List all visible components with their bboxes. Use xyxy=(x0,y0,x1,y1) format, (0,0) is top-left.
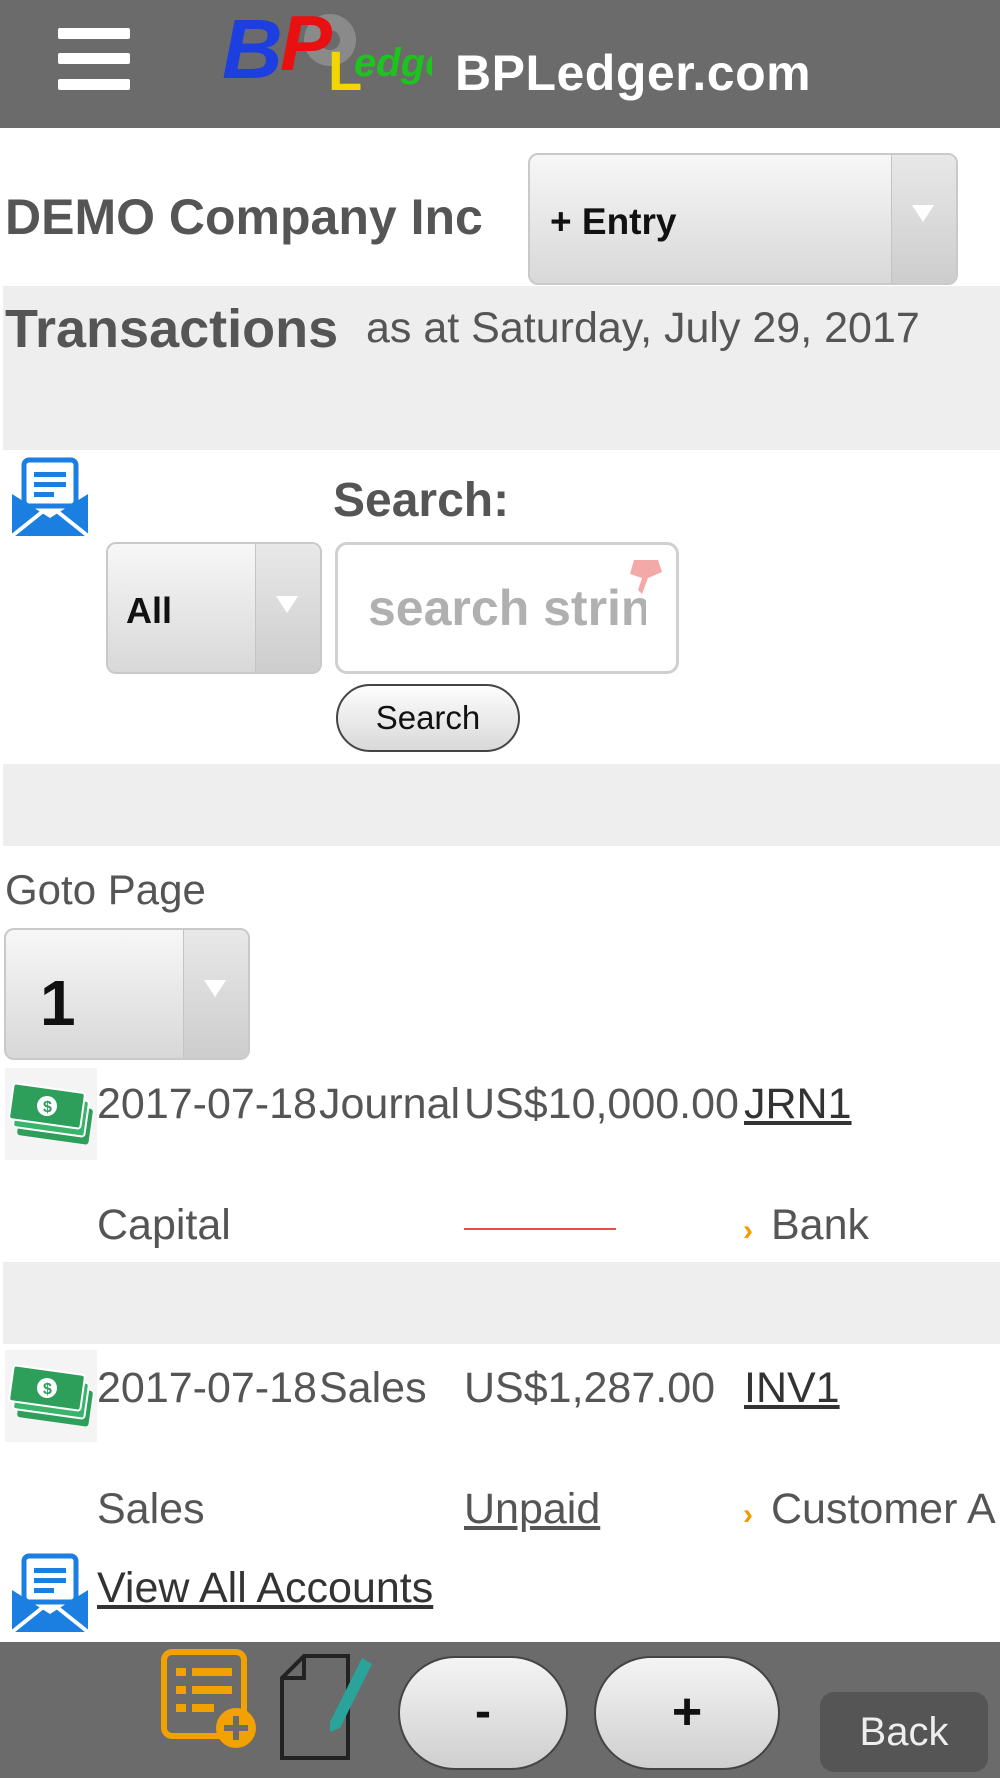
row-ref-link[interactable]: JRN1 xyxy=(744,1080,852,1129)
row-type: Journal xyxy=(319,1080,461,1128)
email-report-icon[interactable] xyxy=(8,1552,92,1636)
svg-text:edger: edger xyxy=(354,41,432,85)
page-title: Transactions xyxy=(5,299,339,359)
row-date: 2017-07-18 xyxy=(97,1364,317,1412)
row-from-account: Capital xyxy=(97,1201,231,1249)
row-type: Sales xyxy=(319,1364,427,1412)
dropdown-arrow-icon xyxy=(912,205,934,222)
chevron-right-icon: › xyxy=(743,1498,753,1531)
zoom-out-button[interactable]: - xyxy=(398,1656,568,1770)
page-select[interactable]: 1 xyxy=(4,928,250,1060)
filter-select[interactable]: All xyxy=(106,542,322,674)
dropdown-arrow-icon xyxy=(276,596,298,613)
money-icon: $ xyxy=(5,1068,97,1160)
money-icon: $ xyxy=(5,1350,97,1442)
separator-band xyxy=(3,1262,1000,1344)
row-to-account: Bank xyxy=(771,1201,870,1249)
bpledger-logo: B P L edger xyxy=(222,0,465,102)
chevron-right-icon: › xyxy=(743,1214,753,1247)
row-date: 2017-07-18 xyxy=(97,1080,317,1128)
svg-text:B: B xyxy=(222,2,283,96)
clear-search-icon[interactable] xyxy=(628,556,664,596)
company-name: DEMO Company Inc xyxy=(5,189,483,245)
email-report-icon[interactable] xyxy=(8,456,92,540)
entry-select-value: + Entry xyxy=(550,201,677,242)
row-ref-link[interactable]: INV1 xyxy=(744,1364,840,1413)
add-list-icon[interactable] xyxy=(160,1648,260,1752)
row-amount: US$10,000.00 xyxy=(464,1080,739,1128)
row-from-account: Sales xyxy=(97,1485,205,1533)
dropdown-arrow-icon xyxy=(204,980,226,997)
hamburger-menu-icon[interactable] xyxy=(58,28,130,90)
search-button[interactable]: Search xyxy=(336,684,520,752)
filter-select-value: All xyxy=(126,590,173,631)
transfer-arrow xyxy=(464,1228,616,1230)
goto-page-label: Goto Page xyxy=(5,866,206,913)
svg-text:P: P xyxy=(280,0,333,87)
zoom-in-button[interactable]: + xyxy=(594,1656,780,1770)
edit-document-icon[interactable] xyxy=(278,1650,374,1764)
site-title: BPLedger.com xyxy=(455,45,812,101)
back-button[interactable]: Back xyxy=(820,1692,988,1772)
separator-band xyxy=(3,764,1000,846)
page-select-value: 1 xyxy=(40,967,76,1039)
row-amount: US$1,287.00 xyxy=(464,1364,716,1412)
view-all-accounts-link[interactable]: View All Accounts xyxy=(97,1564,433,1613)
svg-text:$: $ xyxy=(43,1381,52,1398)
row-status-link[interactable]: Unpaid xyxy=(464,1485,600,1534)
entry-select[interactable]: + Entry xyxy=(528,153,958,285)
svg-text:$: $ xyxy=(43,1099,52,1116)
search-heading: Search: xyxy=(333,474,510,527)
row-to-account: Customer A xyxy=(771,1485,996,1533)
as-at-date: as at Saturday, July 29, 2017 xyxy=(366,304,920,352)
